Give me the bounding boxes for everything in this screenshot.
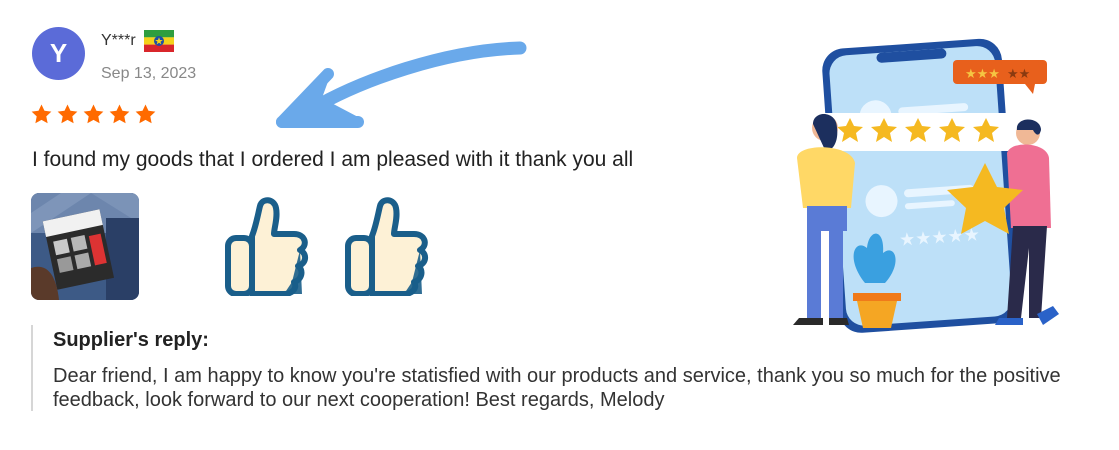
star-icon — [83, 104, 104, 124]
reviewer-info: Y***r Sep 13, 2023 — [101, 30, 196, 83]
arrow-icon — [276, 41, 527, 128]
svg-text:★★★: ★★★ — [965, 67, 1000, 82]
reply-title: Supplier's reply: — [53, 329, 209, 351]
svg-text:★★: ★★ — [1007, 67, 1030, 82]
review-date: Sep 13, 2023 — [101, 65, 197, 82]
reply-text: Dear friend, I am happy to know you're s… — [53, 365, 1061, 411]
avatar: Y — [32, 27, 85, 80]
supplier-reply: Supplier's reply: Dear friend, I am happ… — [31, 325, 1113, 411]
rating-illustration: ★★★★★ ★★★ ★★ — [793, 38, 1059, 333]
review-photo[interactable] — [31, 193, 139, 300]
star-icon — [57, 104, 78, 124]
star-icon — [109, 104, 130, 124]
thumbs-up-icon — [345, 197, 428, 296]
rating-stars — [30, 103, 157, 126]
thumbs-up-icon — [225, 197, 308, 296]
reviewer-name: Y***r — [101, 32, 136, 49]
star-icon — [135, 104, 156, 124]
review-text: I found my goods that I ordered I am ple… — [32, 148, 634, 171]
ethiopia-flag-icon — [143, 30, 174, 52]
star-icon — [31, 104, 52, 124]
